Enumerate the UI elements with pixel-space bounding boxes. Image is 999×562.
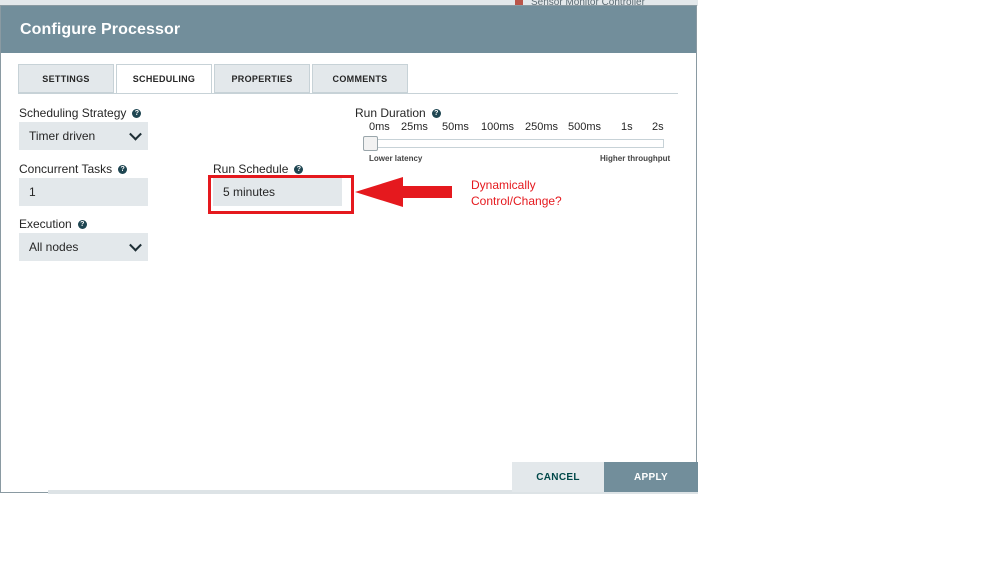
execution-value: All nodes bbox=[29, 240, 79, 254]
concurrent-tasks-value: 1 bbox=[29, 185, 36, 199]
execution-select[interactable]: All nodes bbox=[19, 233, 148, 261]
red-arrow-left-icon bbox=[355, 177, 452, 207]
help-icon[interactable]: ? bbox=[118, 164, 128, 174]
chevron-down-icon bbox=[129, 127, 142, 141]
tab-bar: SETTINGS SCHEDULING PROPERTIES COMMENTS bbox=[18, 64, 410, 94]
run-schedule-label-text: Run Schedule bbox=[213, 162, 289, 176]
tab-settings[interactable]: SETTINGS bbox=[18, 64, 114, 93]
scheduling-strategy-select[interactable]: Timer driven bbox=[19, 122, 148, 150]
run-duration-ticks: 0ms 25ms 50ms 100ms 250ms 500ms 1s 2s bbox=[364, 121, 668, 135]
scheduling-strategy-value: Timer driven bbox=[29, 129, 96, 143]
help-icon[interactable]: ? bbox=[132, 108, 142, 118]
tab-divider bbox=[18, 93, 678, 94]
help-icon[interactable]: ? bbox=[294, 164, 304, 174]
execution-label: Execution ? bbox=[19, 217, 87, 231]
concurrent-tasks-input[interactable]: 1 bbox=[19, 178, 148, 206]
dialog-header: Configure Processor bbox=[1, 6, 696, 53]
run-duration-tick[interactable]: 250ms bbox=[525, 121, 558, 133]
annotation-highlight-box bbox=[208, 175, 354, 214]
annotation-line-2: Control/Change? bbox=[471, 194, 562, 208]
run-duration-tick[interactable]: 1s bbox=[621, 121, 633, 133]
run-duration-label-text: Run Duration bbox=[355, 106, 426, 120]
run-duration-tick[interactable]: 500ms bbox=[568, 121, 601, 133]
concurrent-tasks-label: Concurrent Tasks ? bbox=[19, 162, 128, 176]
apply-button[interactable]: APPLY bbox=[604, 462, 698, 492]
run-duration-slider-track[interactable] bbox=[364, 139, 664, 148]
annotation-line-1: Dynamically bbox=[471, 178, 536, 192]
scheduling-strategy-label-text: Scheduling Strategy bbox=[19, 106, 127, 120]
cancel-button[interactable]: CANCEL bbox=[512, 462, 604, 492]
help-icon[interactable]: ? bbox=[431, 108, 441, 118]
dialog-title: Configure Processor bbox=[20, 20, 181, 38]
tab-properties[interactable]: PROPERTIES bbox=[214, 64, 310, 93]
concurrent-tasks-label-text: Concurrent Tasks bbox=[19, 162, 113, 176]
run-duration-slider-handle[interactable] bbox=[363, 136, 378, 151]
higher-throughput-label: Higher throughput bbox=[600, 154, 671, 163]
run-duration-tick[interactable]: 100ms bbox=[481, 121, 514, 133]
tab-comments[interactable]: COMMENTS bbox=[312, 64, 408, 93]
help-icon[interactable]: ? bbox=[77, 219, 87, 229]
tab-scheduling[interactable]: SCHEDULING bbox=[116, 64, 212, 94]
run-duration-tick[interactable]: 0ms bbox=[369, 121, 390, 133]
run-duration-tick[interactable]: 50ms bbox=[442, 121, 469, 133]
run-duration-label: Run Duration ? bbox=[355, 106, 441, 120]
lower-latency-label: Lower latency bbox=[369, 154, 423, 163]
scheduling-strategy-label: Scheduling Strategy ? bbox=[19, 106, 142, 120]
chevron-down-icon bbox=[129, 238, 142, 252]
run-duration-tick[interactable]: 25ms bbox=[401, 121, 428, 133]
execution-label-text: Execution bbox=[19, 217, 72, 231]
run-schedule-label: Run Schedule ? bbox=[213, 162, 304, 176]
annotation-text: Dynamically Control/Change? bbox=[471, 177, 562, 209]
run-duration-tick[interactable]: 2s bbox=[652, 121, 664, 133]
